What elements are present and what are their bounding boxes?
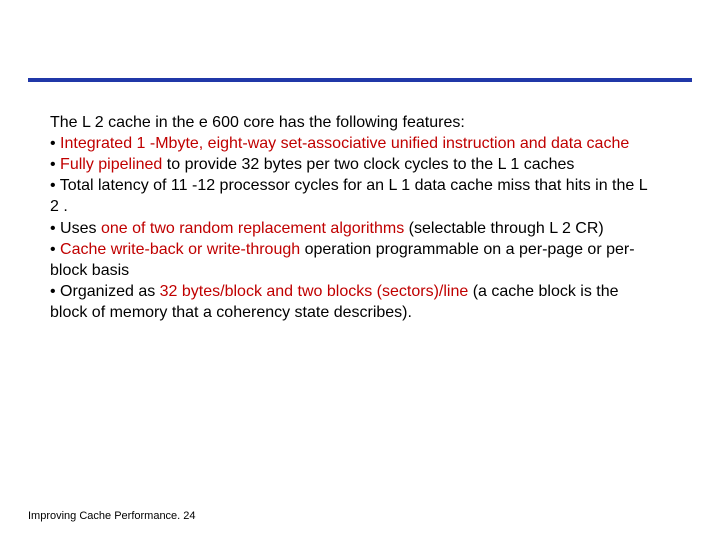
bullet-2-rest: to provide 32 bytes per two clock cycles… xyxy=(162,156,574,173)
bullet-6-highlight: 32 bytes/block and two blocks (sectors)/… xyxy=(160,283,469,300)
bullet-2-prefix: • xyxy=(50,156,60,173)
bullet-5-prefix: • xyxy=(50,241,60,258)
bullet-2-highlight: Fully pipelined xyxy=(60,156,162,173)
bullet-3: • Total latency of 11 -12 processor cycl… xyxy=(50,177,647,215)
slide: The L 2 cache in the e 600 core has the … xyxy=(0,0,720,540)
footer-label: Improving Cache Performance. xyxy=(28,510,180,522)
intro-text: The L 2 cache in the e 600 core has the … xyxy=(50,114,465,131)
bullet-4-highlight: one of two random replacement algorithms xyxy=(101,220,404,237)
bullet-6-prefix: • Organized as xyxy=(50,283,160,300)
bullet-5-highlight: Cache write-back or write-through xyxy=(60,241,300,258)
footer-page-number: 24 xyxy=(180,510,195,522)
footer: Improving Cache Performance. 24 xyxy=(28,510,196,522)
bullet-1-prefix: • xyxy=(50,135,60,152)
horizontal-rule xyxy=(28,78,692,82)
bullet-4-rest: (selectable through L 2 CR) xyxy=(404,220,604,237)
bullet-1-highlight: Integrated 1 -Mbyte, eight-way set-assoc… xyxy=(60,135,629,152)
bullet-4-prefix: • Uses xyxy=(50,220,101,237)
body-text: The L 2 cache in the e 600 core has the … xyxy=(50,112,660,323)
